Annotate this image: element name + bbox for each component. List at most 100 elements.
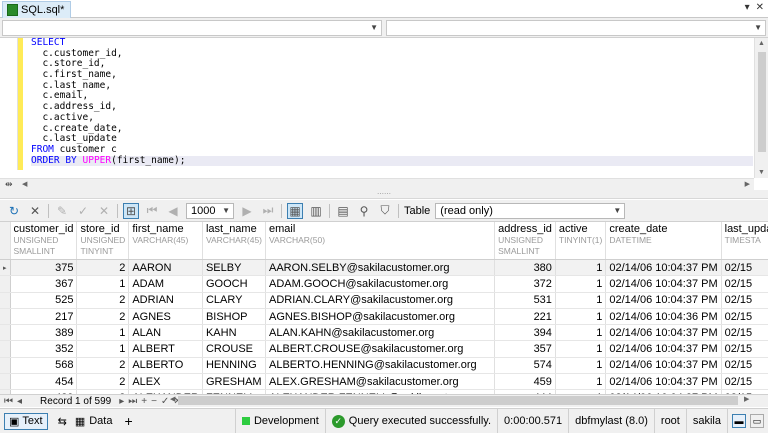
first-record-icon[interactable]: ⏮ bbox=[4, 396, 13, 407]
column-header[interactable]: address_id UNSIGNED SMALLINT bbox=[494, 222, 556, 260]
table-cell[interactable]: 02/14/06 10:04:37 PM bbox=[605, 324, 722, 342]
table-row[interactable]: ▸ 375 2 AARON SELBY AARON.SELBY@sakilacustome… bbox=[0, 259, 768, 277]
delete-record-icon[interactable]: − bbox=[151, 396, 157, 407]
tab-text[interactable]: ▣ Text bbox=[4, 412, 48, 430]
table-cell[interactable]: 02/15 bbox=[721, 292, 768, 309]
column-header[interactable]: customer_id UNSIGNED SMALLINT bbox=[10, 222, 78, 260]
table-cell[interactable]: 2 bbox=[76, 308, 130, 326]
scroll-thumb[interactable] bbox=[758, 52, 766, 152]
table-cell[interactable]: 2 bbox=[76, 357, 130, 375]
table-cell[interactable]: ALEX bbox=[128, 373, 203, 391]
row-indicator[interactable] bbox=[0, 292, 11, 309]
discard-icon[interactable]: ✕ bbox=[96, 203, 112, 219]
add-record-icon[interactable]: + bbox=[141, 396, 147, 407]
table-cell[interactable]: 459 bbox=[494, 373, 556, 391]
table-cell[interactable]: ALAN bbox=[128, 324, 203, 342]
row-indicator[interactable] bbox=[0, 373, 11, 391]
next-page-icon[interactable]: ▶ bbox=[239, 203, 255, 219]
table-row[interactable]: 525 2 ADRIAN CLARY ADRIAN.CLARY@sakilacustom… bbox=[0, 292, 768, 309]
table-cell[interactable]: GRESHAM bbox=[202, 373, 267, 391]
edit-mode-select[interactable]: (read only) ▼ bbox=[435, 202, 626, 219]
panel-collapse-icon[interactable]: ▭ bbox=[750, 414, 764, 428]
table-cell[interactable]: 574 bbox=[494, 357, 556, 375]
table-cell[interactable]: ALAN.KAHN@sakilacustomer.org bbox=[265, 324, 496, 342]
table-cell[interactable]: 02/14/06 10:04:36 PM bbox=[605, 308, 722, 326]
table-cell[interactable]: 02/15 bbox=[721, 373, 768, 391]
scroll-right-icon[interactable]: ▶ bbox=[745, 180, 750, 188]
fetch-all-icon[interactable]: ⊞ bbox=[123, 202, 139, 219]
sql-editor[interactable]: SELECT c.customer_id, c.store_id, c.firs… bbox=[0, 37, 754, 178]
table-row[interactable]: 352 1 ALBERT CROUSE ALBERT.CROUSE@sakilacust… bbox=[0, 340, 768, 358]
previous-page-icon[interactable]: ◀ bbox=[165, 203, 181, 219]
card-view-icon[interactable]: ▥ bbox=[308, 203, 324, 219]
edit-icon[interactable]: ✎ bbox=[54, 203, 70, 219]
table-cell[interactable]: AGNES bbox=[128, 308, 203, 326]
window-menu-button[interactable]: ▾ bbox=[745, 2, 750, 13]
table-cell[interactable]: 02/14/06 10:04:37 PM bbox=[605, 259, 722, 277]
row-indicator[interactable] bbox=[0, 340, 11, 358]
column-header[interactable]: first_name VARCHAR(45) bbox=[128, 222, 203, 260]
scroll-down-icon[interactable]: ▼ bbox=[758, 169, 765, 176]
table-cell[interactable]: AGNES.BISHOP@sakilacustomer.org bbox=[265, 308, 496, 326]
table-cell[interactable]: GOOCH bbox=[202, 275, 267, 293]
row-indicator[interactable] bbox=[0, 275, 11, 293]
table-cell[interactable]: 02/15 bbox=[721, 340, 768, 358]
split-icon[interactable]: ⇹ bbox=[5, 179, 13, 190]
table-cell[interactable]: 1 bbox=[555, 324, 607, 342]
table-cell[interactable]: 1 bbox=[555, 292, 607, 309]
table-cell[interactable]: HENNING bbox=[202, 357, 267, 375]
first-page-icon[interactable]: ⏮ bbox=[144, 203, 160, 219]
table-cell[interactable]: AARON.SELBY@sakilacustomer.org bbox=[265, 259, 496, 277]
table-cell[interactable]: 1 bbox=[76, 275, 130, 293]
table-cell[interactable]: 1 bbox=[555, 308, 607, 326]
next-record-icon[interactable]: ▸ bbox=[119, 396, 124, 407]
close-button[interactable]: ✕ bbox=[756, 2, 764, 13]
table-cell[interactable]: 2 bbox=[76, 292, 130, 309]
row-indicator[interactable] bbox=[0, 324, 11, 342]
table-cell[interactable]: ADRIAN.CLARY@sakilacustomer.org bbox=[265, 292, 496, 309]
grid-scroll-left-icon[interactable]: ◀ bbox=[170, 395, 175, 403]
table-cell[interactable]: 1 bbox=[555, 259, 607, 277]
previous-record-icon[interactable]: ◂ bbox=[17, 396, 22, 407]
scroll-left-icon[interactable]: ◀ bbox=[22, 180, 27, 188]
table-cell[interactable]: 02/15 bbox=[721, 308, 768, 326]
table-cell[interactable]: 02/15 bbox=[721, 357, 768, 375]
object-type-dropdown[interactable]: ▼ bbox=[2, 20, 382, 36]
table-cell[interactable]: ALBERT bbox=[128, 340, 203, 358]
table-cell[interactable]: KAHN bbox=[202, 324, 267, 342]
table-cell[interactable]: 531 bbox=[494, 292, 556, 309]
table-cell[interactable]: 1 bbox=[76, 340, 130, 358]
table-cell[interactable]: 1 bbox=[555, 357, 607, 375]
tab-sql-file[interactable]: SQL.sql* bbox=[2, 1, 72, 18]
table-cell[interactable]: 2 bbox=[76, 259, 130, 277]
table-cell[interactable]: AARON bbox=[128, 259, 203, 277]
apply-icon[interactable]: ✓ bbox=[75, 203, 91, 219]
table-cell[interactable]: SELBY bbox=[202, 259, 267, 277]
table-cell[interactable]: 217 bbox=[10, 308, 78, 326]
pane-splitter[interactable]: ⋯⋯ bbox=[0, 190, 768, 199]
row-indicator[interactable] bbox=[0, 308, 11, 326]
row-indicator[interactable]: ▸ bbox=[0, 259, 11, 277]
table-cell[interactable]: ADAM.GOOCH@sakilacustomer.org bbox=[265, 275, 496, 293]
object-name-dropdown[interactable]: ▼ bbox=[386, 20, 766, 36]
grid-scroll-right-icon[interactable]: ▶ bbox=[744, 395, 749, 403]
panel-icon[interactable]: ▬ bbox=[732, 414, 746, 428]
editor-vertical-scrollbar[interactable]: ▲ ▼ bbox=[754, 38, 768, 178]
table-cell[interactable]: 352 bbox=[10, 340, 78, 358]
table-cell[interactable]: 02/14/06 10:04:37 PM bbox=[605, 275, 722, 293]
filter-icon[interactable]: ⛉ bbox=[377, 203, 393, 219]
table-cell[interactable]: BISHOP bbox=[202, 308, 267, 326]
table-row[interactable]: 568 2 ALBERTO HENNING ALBERTO.HENNING@sakila… bbox=[0, 357, 768, 375]
table-cell[interactable]: 1 bbox=[555, 275, 607, 293]
table-cell[interactable]: 380 bbox=[494, 259, 556, 277]
page-size-select[interactable]: 1000 ▼ bbox=[186, 202, 234, 219]
table-cell[interactable]: 02/15 bbox=[721, 324, 768, 342]
last-page-icon[interactable]: ⏭ bbox=[260, 203, 276, 219]
table-cell[interactable]: 372 bbox=[494, 275, 556, 293]
table-cell[interactable]: 1 bbox=[76, 324, 130, 342]
table-row[interactable]: 454 2 ALEX GRESHAM ALEX.GRESHAM@sakilacustom… bbox=[0, 373, 768, 391]
column-header[interactable]: active TINYINT(1) bbox=[555, 222, 607, 260]
table-cell[interactable]: 394 bbox=[494, 324, 556, 342]
table-cell[interactable]: 02/15 bbox=[721, 275, 768, 293]
add-tab-button[interactable]: + bbox=[124, 413, 132, 429]
